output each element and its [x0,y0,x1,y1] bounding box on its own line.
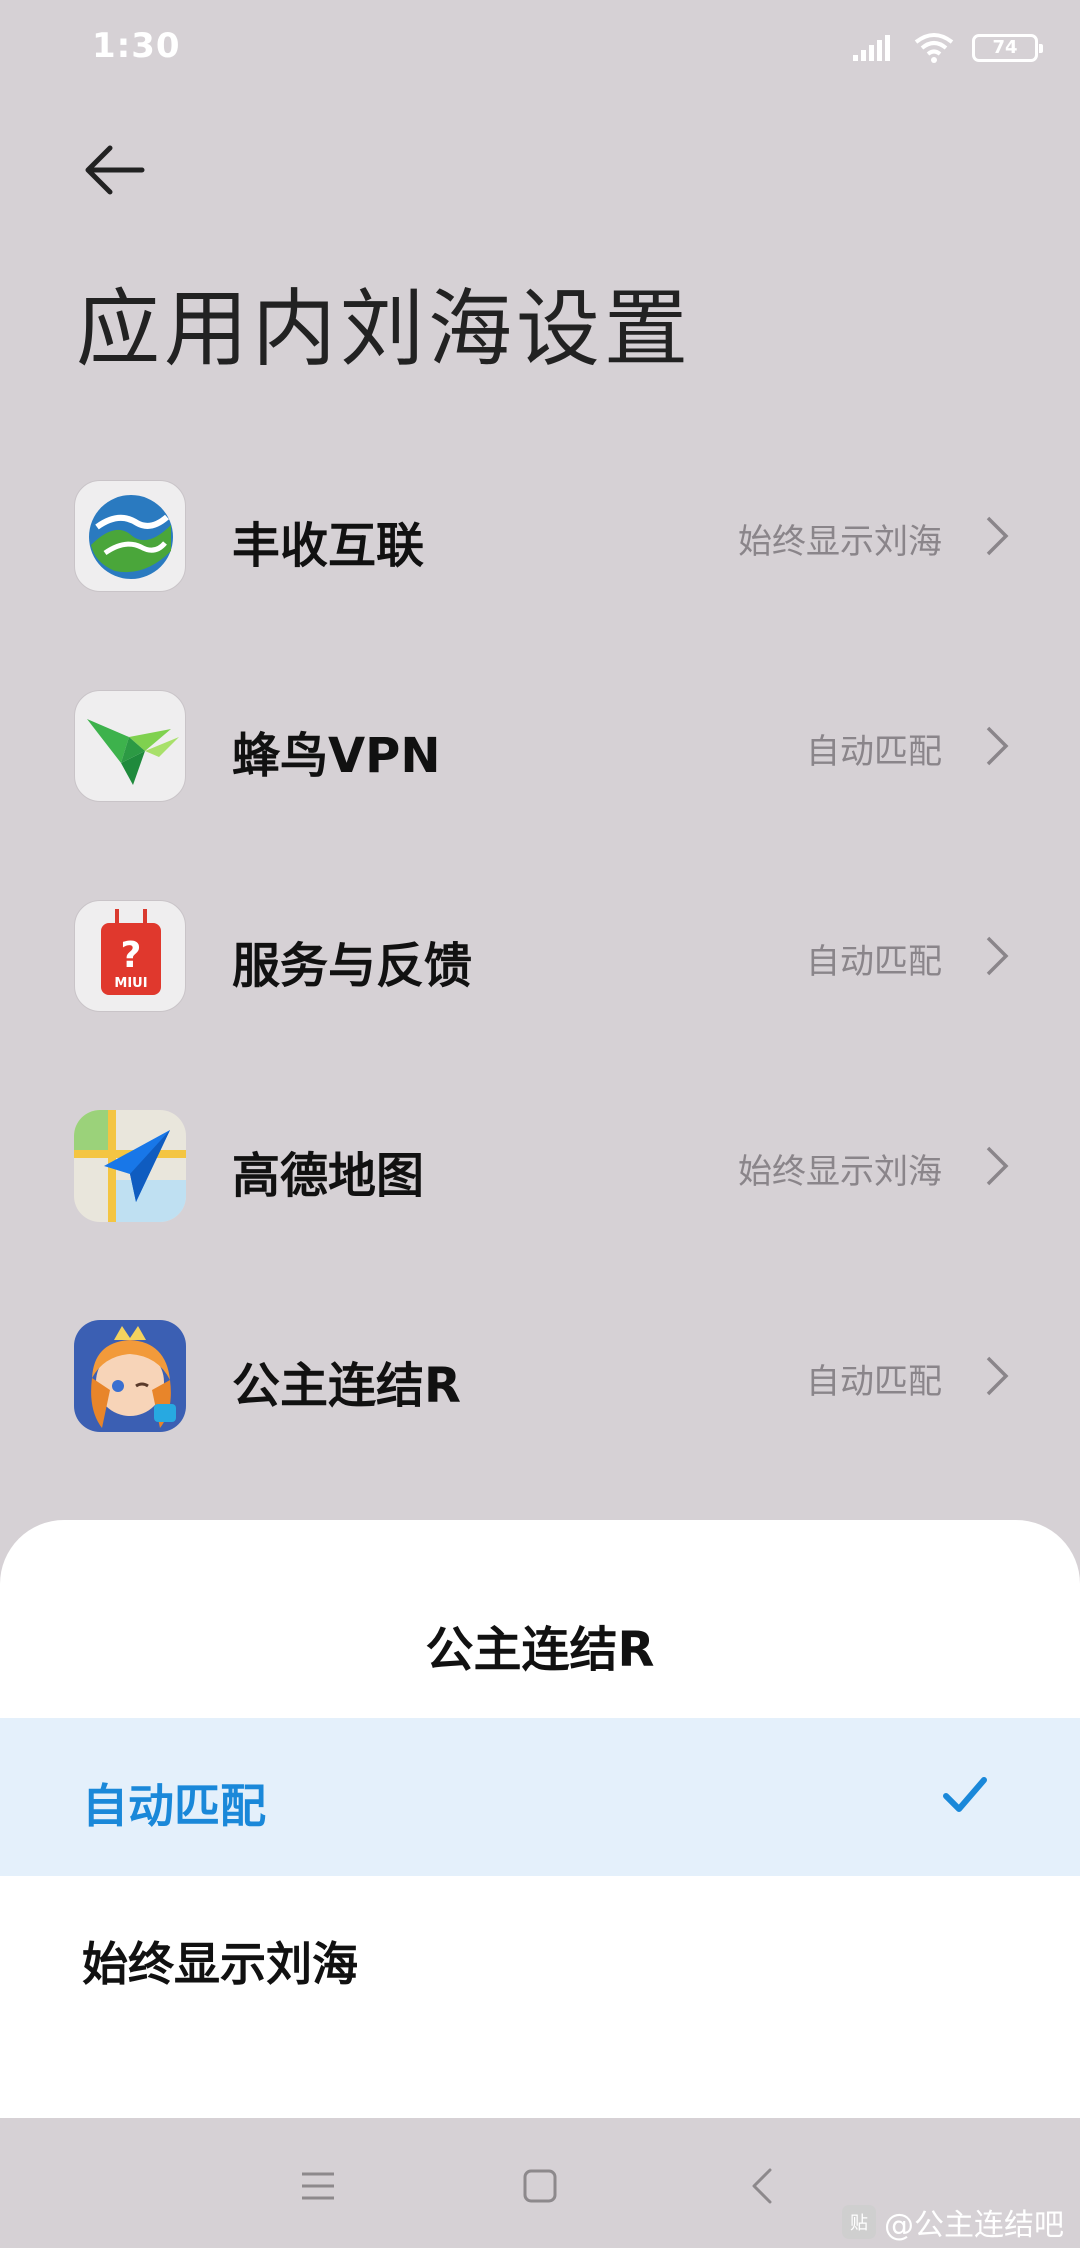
hummingbird-app-icon [74,690,186,802]
bottom-sheet: 公主连结R 自动匹配 始终显示刘海 [0,1520,1080,2118]
watermark: 贴 @公主连结吧 [842,2200,1064,2244]
app-name: 蜂鸟VPN [232,728,441,784]
chevron-right-icon [986,936,1009,976]
watermark-text: @公主连结吧 [884,2208,1064,2243]
chevron-right-icon [986,516,1009,556]
miui-feedback-app-icon: ? MIUI [74,900,186,1012]
app-name: 高德地图 [232,1148,425,1204]
chevron-right-icon [986,1356,1009,1396]
page-title: 应用内刘海设置 [76,280,693,378]
back-nav-icon[interactable] [742,2164,786,2208]
app-row-princess-connect[interactable]: 公主连结R 自动匹配 [0,1320,1080,1470]
fengshou-app-icon [74,480,186,592]
option-label: 始终显示刘海 [82,1937,358,1991]
chevron-right-icon [986,726,1009,766]
option-always-show-notch[interactable]: 始终显示刘海 [0,1876,1080,2034]
app-row-amap[interactable]: 高德地图 始终显示刘海 [0,1110,1080,1260]
status-time: 1:30 [92,26,181,66]
princess-connect-app-icon [74,1320,186,1432]
app-row-feedback[interactable]: ? MIUI 服务与反馈 自动匹配 [0,900,1080,1050]
app-name: 服务与反馈 [232,938,473,994]
wifi-icon [914,33,954,63]
tieba-logo-icon: 贴 [842,2205,876,2239]
signal-icon [853,35,890,61]
app-status: 自动匹配 [806,732,942,772]
battery-icon: 74 [972,34,1043,62]
app-row-fengshou[interactable]: 丰收互联 始终显示刘海 [0,480,1080,630]
app-status: 始终显示刘海 [738,1152,942,1192]
option-auto-match[interactable]: 自动匹配 [0,1718,1080,1876]
home-icon[interactable] [518,2164,562,2208]
app-name: 丰收互联 [232,518,425,574]
svg-text:?: ? [121,935,142,976]
option-label: 自动匹配 [82,1779,266,1833]
arrow-left-icon[interactable] [80,140,150,200]
chevron-right-icon [986,1146,1009,1186]
amap-app-icon [74,1110,186,1222]
status-bar: 1:30 74 [0,0,1080,96]
app-status: 始终显示刘海 [738,522,942,562]
app-status: 自动匹配 [806,942,942,982]
checkmark-icon [943,1777,987,1812]
app-name: 公主连结R [232,1358,461,1414]
menu-icon[interactable] [296,2164,340,2208]
svg-text:MIUI: MIUI [114,976,147,991]
app-row-hummingbird-vpn[interactable]: 蜂鸟VPN 自动匹配 [0,690,1080,840]
sheet-title: 公主连结R [425,1622,655,1678]
app-status: 自动匹配 [806,1362,942,1402]
status-icons: 74 [852,28,1043,68]
